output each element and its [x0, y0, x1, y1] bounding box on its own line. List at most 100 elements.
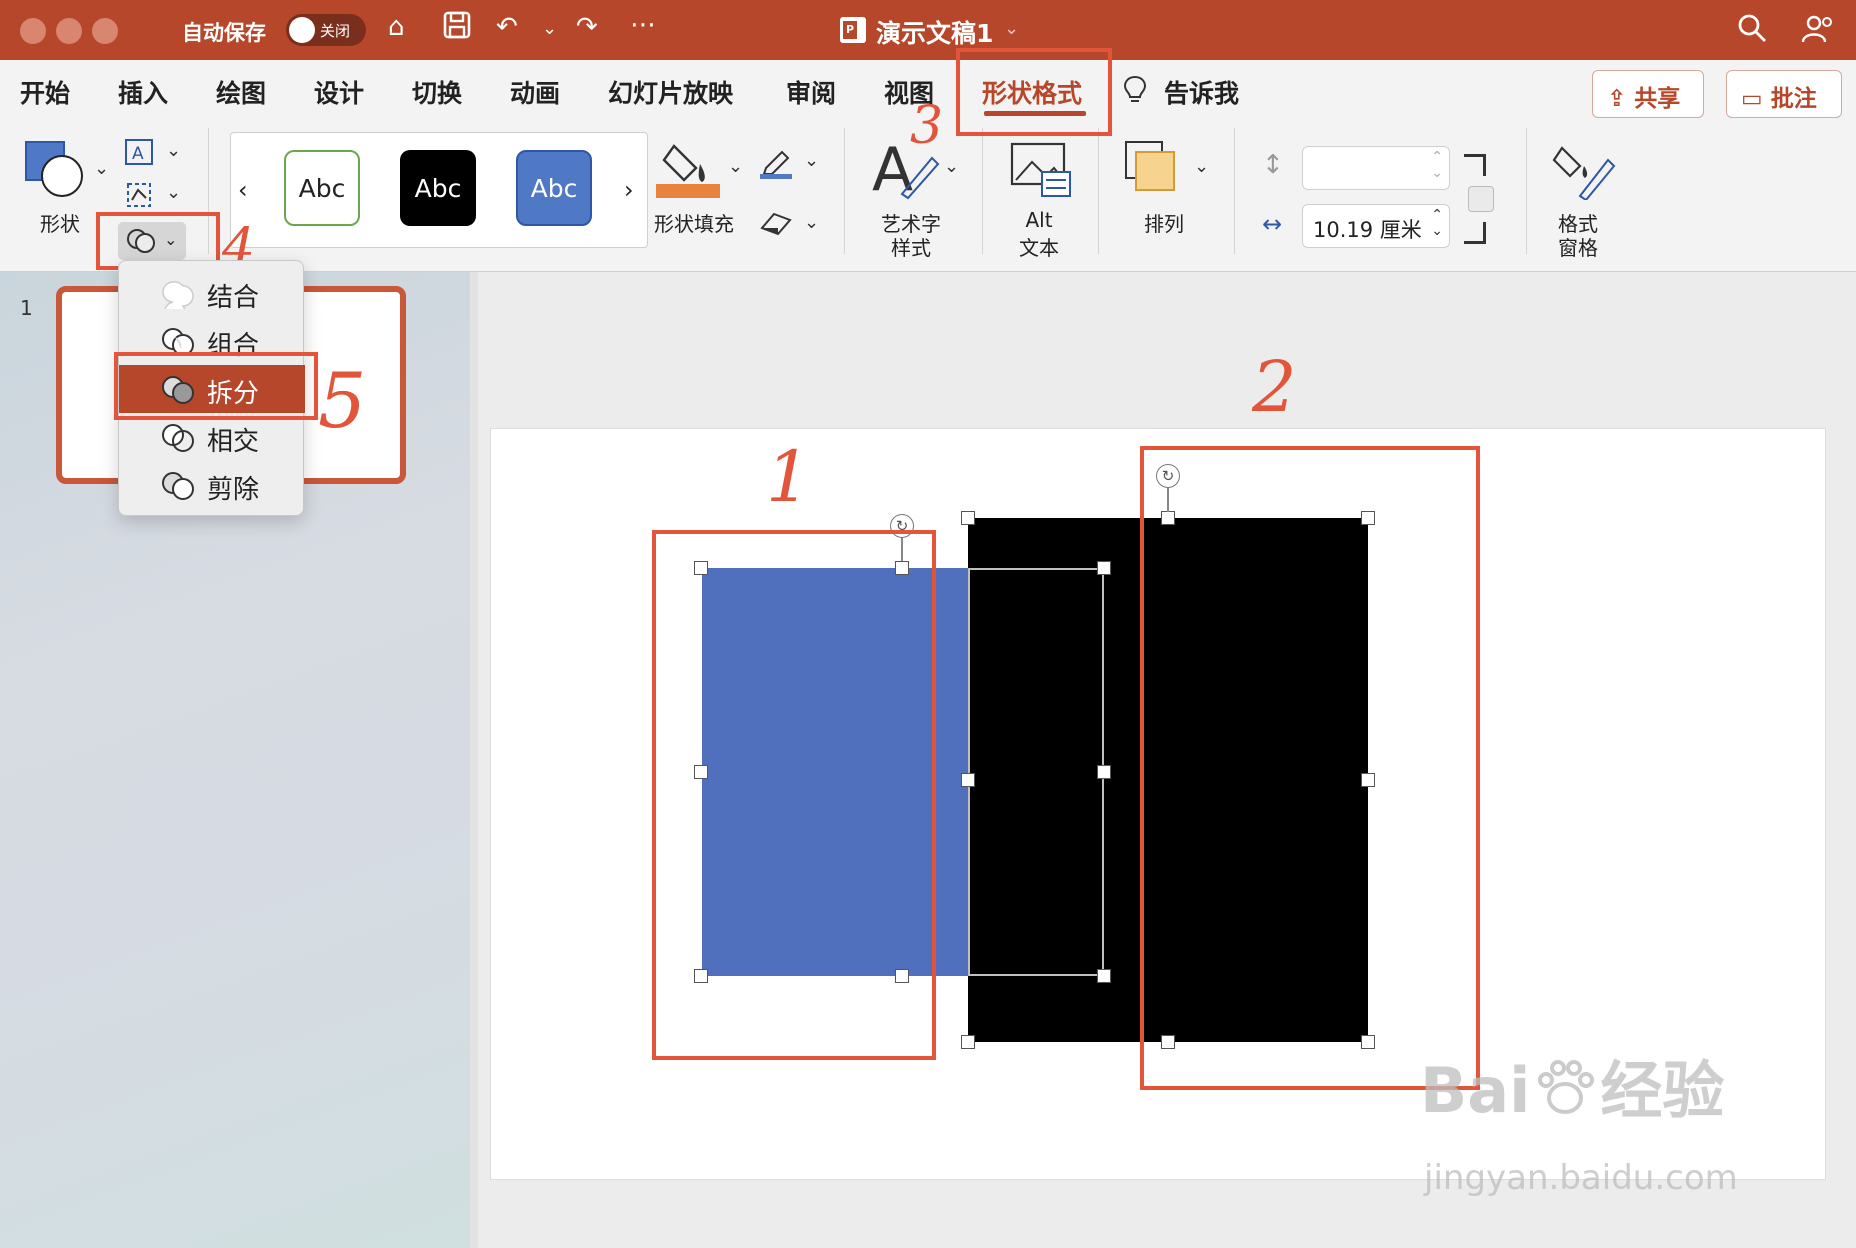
svg-text:A: A	[132, 144, 144, 164]
style-sample-blue[interactable]: Abc	[516, 150, 592, 226]
edit-shape-icon[interactable]	[124, 180, 156, 214]
gallery-next-icon[interactable]: ›	[624, 176, 634, 204]
paw-icon	[1538, 1060, 1595, 1114]
search-icon[interactable]	[1736, 12, 1768, 48]
comment-button[interactable]: ▭ 批注	[1726, 70, 1842, 118]
arrange-chevron-down-icon[interactable]: ⌄	[1194, 156, 1209, 177]
shapes-label: 形状	[40, 212, 80, 236]
comment-icon: ▭	[1741, 86, 1771, 112]
height-icon: ↕	[1262, 150, 1284, 180]
selection-outline	[968, 568, 1104, 976]
slide-number: 1	[20, 296, 33, 320]
resize-handle[interactable]	[1097, 561, 1111, 575]
style-sample-outline[interactable]: Abc	[284, 150, 360, 226]
baidu-watermark-url: jingyan.baidu.com	[1424, 1158, 1738, 1198]
paint-bucket-icon[interactable]	[656, 134, 722, 204]
lock-aspect-bracket-top	[1464, 154, 1486, 176]
height-stepper-icon[interactable]: ⌃ ⌄	[1431, 149, 1443, 181]
annotation-number-2: 2	[1252, 346, 1297, 428]
format-pane-label-line2: 窗格	[1558, 236, 1598, 260]
autosave-label: 自动保存	[182, 21, 266, 45]
width-icon: ↔	[1262, 210, 1283, 238]
annotation-box-shape-1	[652, 530, 936, 1060]
alt-text-label-line2: 文本	[1019, 236, 1059, 260]
shapes-icon[interactable]	[24, 140, 90, 204]
width-stepper-icon[interactable]: ⌃ ⌄	[1431, 207, 1443, 239]
text-box-chevron-down-icon[interactable]: ⌄	[166, 140, 181, 161]
shape-outline-chevron-down-icon[interactable]: ⌄	[804, 150, 819, 171]
tab-draw[interactable]: 绘图	[216, 74, 266, 110]
intersect-icon	[162, 424, 194, 452]
tab-slideshow[interactable]: 幻灯片放映	[608, 74, 733, 110]
edit-shape-chevron-down-icon[interactable]: ⌄	[166, 182, 181, 203]
shape-outline-icon[interactable]	[758, 146, 794, 184]
tab-design[interactable]: 设计	[314, 74, 364, 110]
alt-text-icon[interactable]	[1010, 142, 1072, 202]
shape-effects-chevron-down-icon[interactable]: ⌄	[804, 212, 819, 233]
annotation-number-1: 1	[766, 436, 811, 518]
lock-aspect-bracket-bottom	[1464, 222, 1486, 244]
document-title[interactable]: 演示文稿1	[876, 14, 993, 50]
annotation-box-tab	[956, 48, 1112, 136]
lock-aspect-ratio-button[interactable]	[1468, 186, 1494, 212]
save-icon[interactable]	[442, 10, 472, 47]
tab-review[interactable]: 审阅	[786, 74, 836, 110]
resize-handle[interactable]	[961, 1035, 975, 1049]
close-window-button[interactable]	[20, 18, 46, 44]
share-button[interactable]: ⇪ 共享	[1592, 70, 1704, 118]
tab-transitions[interactable]: 切换	[412, 74, 462, 110]
text-box-icon[interactable]: A	[124, 138, 156, 172]
lightbulb-icon	[1122, 74, 1148, 110]
shape-fill-chevron-down-icon[interactable]: ⌄	[728, 156, 743, 177]
undo-icon[interactable]: ↶	[496, 12, 518, 42]
undo-chevron-down-icon[interactable]: ⌄	[542, 18, 557, 39]
wordart-chevron-down-icon[interactable]: ⌄	[944, 156, 959, 177]
resize-handle[interactable]	[1097, 765, 1111, 779]
height-input[interactable]: ⌃ ⌄	[1302, 146, 1450, 190]
tab-home[interactable]: 开始	[20, 74, 70, 110]
annotation-box-fragment	[114, 352, 318, 420]
style-sample-black[interactable]: Abc	[400, 150, 476, 226]
tab-insert[interactable]: 插入	[118, 74, 168, 110]
shape-fill-label: 形状填充	[654, 212, 734, 236]
powerpoint-file-icon: P	[840, 17, 866, 43]
more-icon[interactable]: ⋯	[630, 10, 656, 40]
shape-effects-icon[interactable]	[758, 210, 794, 242]
wordart-label-line2: 样式	[891, 236, 931, 260]
autosave-toggle[interactable]: 关闭	[286, 14, 366, 46]
tab-animations[interactable]: 动画	[510, 74, 560, 110]
ribbon-separator	[982, 128, 983, 254]
ribbon-separator	[1526, 128, 1527, 254]
shapes-chevron-down-icon[interactable]: ⌄	[94, 158, 109, 179]
arrange-icon[interactable]	[1124, 140, 1180, 200]
account-icon[interactable]	[1800, 12, 1834, 50]
resize-handle[interactable]	[961, 511, 975, 525]
baidu-watermark-logo: Bai 经验	[1420, 1054, 1725, 1127]
minimize-window-button[interactable]	[56, 18, 82, 44]
width-input[interactable]: 10.19 厘米 ⌃ ⌄	[1302, 204, 1450, 248]
resize-handle[interactable]	[961, 773, 975, 787]
home-icon[interactable]: ⌂	[388, 12, 405, 42]
tab-tell-me[interactable]: 告诉我	[1164, 74, 1239, 110]
alt-text-label: Alt	[1025, 208, 1053, 232]
menu-item-subtract[interactable]: 剪除	[119, 461, 305, 509]
redo-icon[interactable]: ↷	[576, 12, 598, 42]
menu-item-union[interactable]: 结合	[119, 269, 305, 317]
ribbon-separator	[1234, 128, 1235, 254]
title-chevron-down-icon[interactable]: ⌄	[1004, 18, 1019, 39]
ribbon-separator	[1098, 128, 1099, 254]
format-pane-icon[interactable]	[1550, 138, 1616, 204]
ribbon-separator	[844, 128, 845, 254]
union-icon	[162, 281, 194, 309]
resize-handle[interactable]	[1097, 969, 1111, 983]
gallery-prev-icon[interactable]: ‹	[238, 176, 248, 204]
pane-divider[interactable]	[470, 272, 478, 1248]
annotation-box-shape-2	[1140, 446, 1480, 1090]
subtract-icon	[162, 472, 194, 500]
zoom-window-button[interactable]	[92, 18, 118, 44]
arrange-label: 排列	[1144, 212, 1184, 236]
svg-text:A: A	[872, 136, 913, 202]
annotation-number-3: 3	[910, 96, 944, 156]
share-icon: ⇪	[1607, 86, 1635, 112]
menu-item-intersect[interactable]: 相交	[119, 413, 305, 461]
